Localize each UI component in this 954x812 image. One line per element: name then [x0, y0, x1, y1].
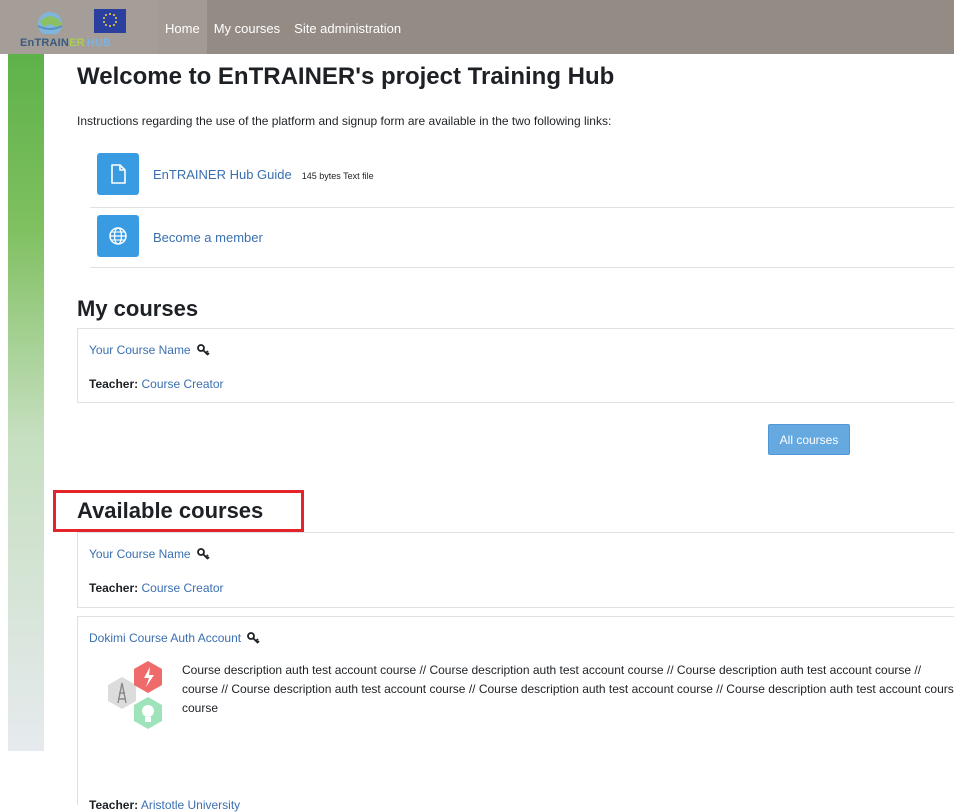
top-navbar: EnTRAINER HUB Home My courses Site admini…: [0, 0, 954, 54]
activity-link[interactable]: Become a member: [153, 230, 263, 245]
nav-my-courses[interactable]: My courses: [207, 0, 287, 54]
course-card: Your Course Name Teacher: Course Creator: [77, 328, 954, 403]
file-meta: 145 bytes Text file: [301, 171, 374, 181]
available-courses-heading: Available courses: [77, 498, 264, 523]
key-icon: [197, 548, 210, 560]
globe-icon: [97, 215, 139, 257]
site-logo[interactable]: EnTRAINER HUB: [0, 0, 158, 54]
teacher-link[interactable]: Course Creator: [141, 581, 223, 595]
nav-home[interactable]: Home: [158, 0, 207, 54]
my-courses-heading: My courses: [77, 296, 199, 321]
key-icon: [247, 632, 261, 644]
course-card: Dokimi Course Auth Account Course descri…: [77, 616, 954, 812]
course-teacher: Teacher: Course Creator: [89, 581, 224, 595]
course-card: Your Course Name Teacher: Course Creator: [77, 532, 954, 608]
course-description: Course description auth test account cou…: [182, 663, 954, 715]
course-teacher: Teacher: Aristotle University: [89, 798, 241, 812]
course-teacher: Teacher: Course Creator: [89, 377, 224, 391]
file-icon: [97, 153, 139, 195]
course-image-icon: [108, 661, 162, 729]
left-margin: [0, 54, 8, 751]
all-courses-button[interactable]: All courses: [768, 424, 850, 455]
nav-site-administration[interactable]: Site administration: [287, 0, 408, 54]
course-link[interactable]: Your Course Name: [89, 343, 210, 357]
intro-text: Instructions regarding the use of the pl…: [77, 114, 612, 128]
activity-hub-guide[interactable]: EnTRAINER Hub Guide 145 bytes Text file: [90, 143, 954, 208]
globe-logo-icon: [37, 12, 63, 34]
decorative-side-stripe: [8, 54, 44, 751]
page-title: Welcome to EnTRAINER's project Training …: [77, 63, 615, 90]
course-link[interactable]: Your Course Name: [89, 547, 210, 561]
activity-become-member[interactable]: Become a member: [90, 203, 954, 268]
activity-link[interactable]: EnTRAINER Hub Guide 145 bytes Text file: [153, 167, 374, 182]
key-icon: [197, 344, 210, 356]
course-link[interactable]: Dokimi Course Auth Account: [89, 631, 261, 645]
nav-links: Home My courses Site administration: [158, 0, 408, 54]
teacher-link[interactable]: Aristotle University: [141, 798, 240, 812]
eu-flag-icon: [94, 9, 126, 33]
brand-text: EnTRAINER HUB: [20, 37, 112, 49]
teacher-link[interactable]: Course Creator: [141, 377, 223, 391]
